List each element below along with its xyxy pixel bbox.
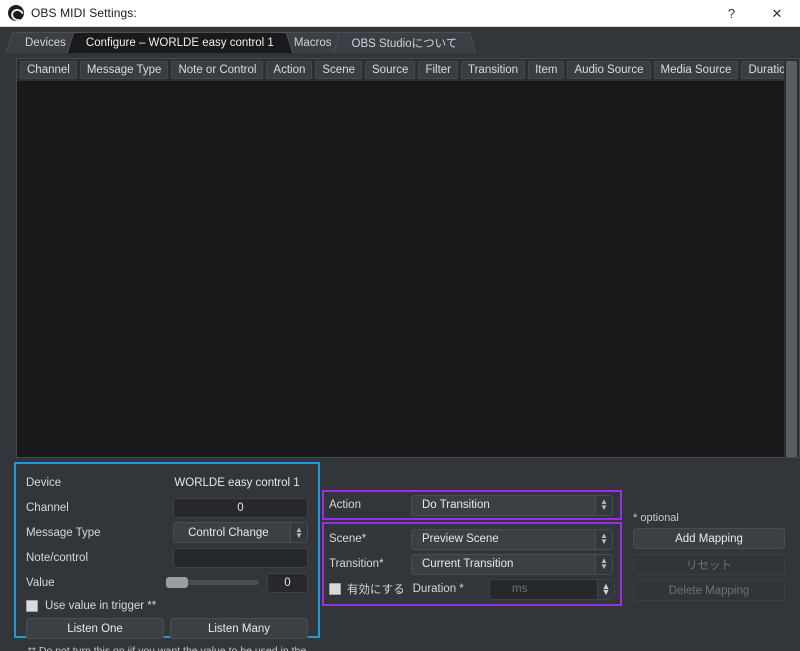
transition-row: Transition* Current Transition ▲ ▼ <box>329 553 615 575</box>
table-column-header[interactable]: Audio Source <box>567 61 651 79</box>
title-bar: OBS MIDI Settings: ? ✕ <box>0 0 800 27</box>
device-panel: Device WORLDE easy control 1 Channel 0 M… <box>14 462 320 651</box>
value-row: Value 0 <box>26 572 308 593</box>
question-mark-icon: ? <box>727 6 736 21</box>
tab-label: Configure – WORLDE easy control 1 <box>85 37 274 49</box>
duration-value: ms <box>512 583 528 595</box>
close-button[interactable]: ✕ <box>754 0 800 27</box>
table-header-row: Channel Message Type Note or Control Action… <box>17 59 799 81</box>
scene-row: Scene* Preview Scene ▲ ▼ <box>329 528 615 550</box>
reset-button[interactable]: リセット <box>633 554 785 575</box>
note-control-row: Note/control <box>26 547 308 568</box>
action-panel: Action Do Transition ▲ ▼ <box>322 490 622 520</box>
listen-many-button[interactable]: Listen Many <box>170 618 308 639</box>
duration-row: 有効にする Duration * ms ▲ ▼ <box>329 578 615 600</box>
use-value-label: Use value in trigger ** <box>45 600 157 612</box>
message-type-dropdown[interactable]: Control Change ▲ ▼ <box>172 522 308 543</box>
optional-note: * optional <box>633 512 679 524</box>
channel-input[interactable]: 0 <box>172 497 308 518</box>
scene-dropdown[interactable]: Preview Scene ▲ ▼ <box>411 528 613 550</box>
use-value-in-trigger-row: Use value in trigger ** <box>26 597 308 615</box>
scene-value: Preview Scene <box>422 533 499 545</box>
add-mapping-button[interactable]: Add Mapping <box>633 528 785 549</box>
table-column-header[interactable]: Message Type <box>79 61 169 79</box>
slider-thumb[interactable] <box>165 577 188 588</box>
mapping-buttons-panel: * optional Add Mapping リセット Delete Mappi… <box>633 512 785 606</box>
delete-mapping-button[interactable]: Delete Mapping <box>633 580 785 601</box>
scene-label: Scene* <box>329 533 367 545</box>
close-icon: ✕ <box>771 5 783 21</box>
message-type-row: Message Type Control Change ▲ ▼ <box>26 522 308 543</box>
table-column-header[interactable]: Transition <box>461 61 526 79</box>
tab-configure-device[interactable]: Configure – WORLDE easy control 1 <box>72 32 287 53</box>
chevron-up-down-icon[interactable]: ▲ ▼ <box>595 554 612 574</box>
scrollbar-thumb[interactable] <box>786 61 797 457</box>
duration-input[interactable]: ms ▲ ▼ <box>489 578 615 600</box>
tab-label: Macros <box>293 37 332 49</box>
tab-label: OBS Studioについて <box>351 38 458 50</box>
note-control-input[interactable] <box>172 547 308 568</box>
chevron-up-down-icon[interactable]: ▲ ▼ <box>595 529 612 549</box>
tab-label: Devices <box>25 37 66 49</box>
table-column-header[interactable]: Source <box>365 61 416 79</box>
action-value: Do Transition <box>422 499 490 511</box>
help-button[interactable]: ? <box>709 0 754 27</box>
table-column-header[interactable]: Media Source <box>653 61 739 79</box>
device-footnote: ** Do not turn this on iif you want the … <box>26 645 308 651</box>
action-options-panel: Scene* Preview Scene ▲ ▼ Transition* Curr… <box>322 522 622 606</box>
mappings-table: Channel Message Type Note or Control Action… <box>16 58 799 458</box>
action-dropdown[interactable]: Do Transition ▲ ▼ <box>411 494 613 516</box>
table-column-header[interactable]: Scene <box>315 61 362 79</box>
note-control-label: Note/control <box>26 551 89 564</box>
table-column-header[interactable]: Action <box>266 61 313 79</box>
chevron-up-down-icon[interactable]: ▲ ▼ <box>595 495 612 515</box>
device-value: WORLDE easy control 1 <box>174 476 300 489</box>
device-label: Device <box>26 476 62 489</box>
value-slider[interactable] <box>165 577 259 588</box>
obs-logo-icon <box>8 5 24 21</box>
chevron-up-down-icon[interactable]: ▲ ▼ <box>597 579 614 599</box>
value-input[interactable]: 0 <box>266 572 308 593</box>
footnote-line-1: ** Do not turn this on iif you want the … <box>27 645 307 651</box>
window-controls: ? ✕ <box>709 0 800 27</box>
listen-one-button[interactable]: Listen One <box>26 618 164 639</box>
duration-label: Duration * <box>412 583 464 595</box>
enable-duration-label: 有効にする <box>347 584 405 596</box>
chevron-up-down-icon[interactable]: ▲ ▼ <box>290 523 307 542</box>
tab-bar: Devices Configure – WORLDE easy control … <box>0 27 800 53</box>
table-column-header[interactable]: Channel <box>20 61 77 79</box>
message-type-label: Message Type <box>26 526 101 539</box>
enable-duration-checkbox[interactable] <box>329 583 341 595</box>
table-column-header[interactable]: Note or Control <box>171 61 264 79</box>
device-row: Device WORLDE easy control 1 <box>26 472 308 493</box>
listen-buttons-row: Listen One Listen Many <box>26 618 308 639</box>
table-body[interactable] <box>17 81 784 457</box>
table-column-header[interactable]: Item <box>528 61 565 79</box>
message-type-value: Control Change <box>188 526 269 539</box>
table-column-header[interactable]: Filter <box>418 61 458 79</box>
value-label: Value <box>26 576 55 589</box>
use-value-checkbox[interactable] <box>26 600 38 612</box>
channel-label: Channel <box>26 501 69 514</box>
action-label: Action <box>329 499 361 511</box>
window-title: OBS MIDI Settings: <box>31 6 137 20</box>
transition-dropdown[interactable]: Current Transition ▲ ▼ <box>411 553 613 575</box>
transition-label: Transition* <box>329 558 384 570</box>
table-vertical-scrollbar[interactable] <box>784 58 800 458</box>
channel-row: Channel 0 <box>26 497 308 518</box>
obs-midi-settings-window: OBS MIDI Settings: ? ✕ Devices Configure… <box>0 0 800 651</box>
transition-value: Current Transition <box>422 558 514 570</box>
tab-about-obs-studio[interactable]: OBS Studioについて <box>338 32 471 53</box>
